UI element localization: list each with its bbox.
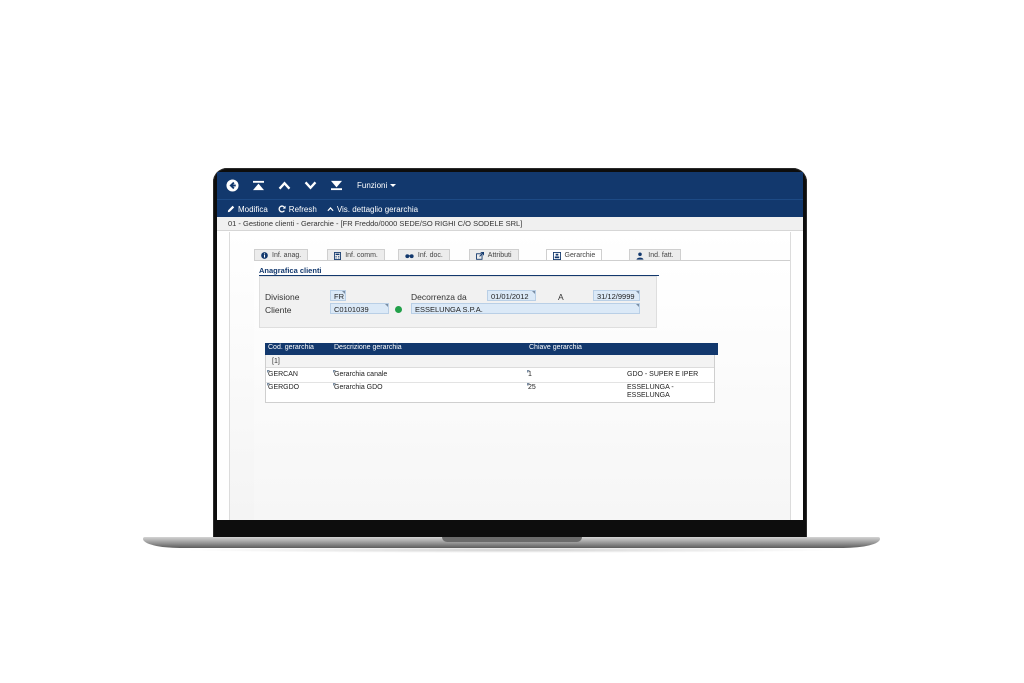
cell-chiave: 1 <box>527 370 532 378</box>
funzioni-label: Funzioni <box>357 181 388 190</box>
app-screen: Funzioni Modifica Refresh Vis. dettaglio… <box>217 172 803 520</box>
cell-descrizione: Gerarchia canale <box>332 370 388 378</box>
group-row[interactable]: [1] <box>266 355 714 368</box>
section-title: Anagrafica clienti <box>259 266 322 275</box>
previous-record-icon[interactable] <box>273 172 295 199</box>
tab-label: Attributi <box>487 252 512 259</box>
grid-body: [1] GERCAN Gerarchia canale 1 GDO - SUPE… <box>265 355 715 403</box>
column-header-descrizione[interactable]: Descrizione gerarchia <box>334 344 402 351</box>
navigation-bar: Funzioni <box>217 172 803 199</box>
cell-cod: GERCAN <box>267 370 298 378</box>
chevron-down-icon <box>390 184 397 187</box>
cell-descrizione: Gerarchia GDO <box>333 383 383 391</box>
calculator-icon <box>334 251 342 260</box>
grid-header: Cod. gerarchia Descrizione gerarchia Chi… <box>265 343 718 355</box>
cell-chiave-descrizione: GDO - SUPER E IPER <box>627 371 699 378</box>
vis-dettaglio-button[interactable]: Vis. dettaglio gerarchia <box>327 205 418 214</box>
external-link-icon <box>475 251 484 260</box>
cliente-code-field[interactable]: C0101039 <box>330 303 389 314</box>
last-record-icon[interactable] <box>325 172 347 199</box>
a-label: A <box>558 292 564 302</box>
a-date-field[interactable]: 31/12/9999 <box>593 290 640 301</box>
modifica-label: Modifica <box>238 204 268 214</box>
back-circle-icon[interactable] <box>221 172 243 199</box>
tab-label: Inf. doc. <box>417 252 443 259</box>
cell-cod: GERGDO <box>266 383 300 391</box>
vis-dettaglio-label: Vis. dettaglio gerarchia <box>336 204 419 214</box>
user-icon <box>636 252 644 260</box>
first-record-icon[interactable] <box>247 172 269 199</box>
tab-label: Gerarchie <box>564 252 596 259</box>
laptop-notch <box>442 537 582 542</box>
action-toolbar: Modifica Refresh Vis. dettaglio gerarchi… <box>217 199 803 218</box>
table-row[interactable]: GERGDO Gerarchia GDO 25 ESSELUNGA - ESSE… <box>266 383 714 402</box>
next-record-icon[interactable] <box>299 172 321 199</box>
info-icon <box>261 252 268 259</box>
pencil-icon <box>227 205 235 213</box>
divisione-label: Divisione <box>265 292 300 302</box>
column-header-cod[interactable]: Cod. gerarchia <box>268 344 314 351</box>
decorrenza-field[interactable]: 01/01/2012 <box>487 290 536 301</box>
hierarchy-icon <box>552 251 561 260</box>
decorrenza-label: Decorrenza da <box>411 292 467 302</box>
refresh-button[interactable]: Refresh <box>278 205 317 214</box>
modifica-button[interactable]: Modifica <box>227 205 268 214</box>
breadcrumb: 01 - Gestione clienti - Gerarchie - [FR … <box>217 217 803 231</box>
anagrafica-form: Divisione FR Decorrenza da 01/01/2012 A … <box>259 276 657 328</box>
tab-label: Inf. comm. <box>345 252 378 259</box>
funzioni-menu[interactable]: Funzioni <box>357 181 397 190</box>
chevron-up-icon <box>327 207 334 212</box>
cliente-label: Cliente <box>265 305 292 315</box>
cell-chiave-descrizione-line2: ESSELUNGA <box>627 392 670 399</box>
tab-label: Ind. fatt. <box>648 252 674 259</box>
refresh-label: Refresh <box>288 204 317 214</box>
status-indicator <box>395 306 402 313</box>
tab-label: Inf. anag. <box>272 252 302 259</box>
divisione-field[interactable]: FR <box>330 290 346 301</box>
cliente-name-field[interactable]: ESSELUNGA S.P.A. <box>411 303 640 314</box>
refresh-icon <box>278 205 286 213</box>
binoculars-icon <box>405 253 414 258</box>
cell-chiave-descrizione: ESSELUNGA - <box>627 384 674 391</box>
column-header-chiave[interactable]: Chiave gerarchia <box>529 344 582 351</box>
cell-chiave: 25 <box>527 383 536 391</box>
table-row[interactable]: GERCAN Gerarchia canale 1 GDO - SUPER E … <box>266 370 714 382</box>
